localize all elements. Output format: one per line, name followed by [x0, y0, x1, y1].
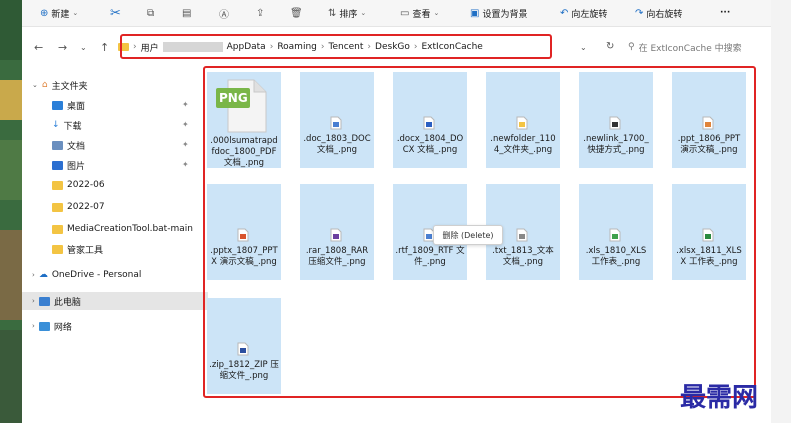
copy-icon: ⧉	[147, 7, 155, 19]
share-icon: ⇪	[256, 7, 265, 19]
folder-icon	[52, 224, 63, 234]
rotate-right-button[interactable]: ↷ 向右旋转	[635, 4, 682, 22]
folder-icon	[52, 202, 63, 212]
forward-arrow-icon[interactable]: →	[58, 41, 67, 54]
home-icon: ⌂	[41, 80, 48, 90]
command-toolbar: ⊕ 新建 ⌄ ✂ ⧉ ▤ Ⓐ ⇪ 🗑 ⇅ 排序 ⌄ ▭ 查看 ⌄ ▣ 设置为背景…	[22, 0, 771, 27]
computer-icon	[38, 296, 50, 306]
sort-icon: ⇅	[328, 7, 337, 19]
trash-icon: 🗑	[290, 7, 303, 19]
chevron-down-icon: ⌄	[72, 9, 79, 17]
folder-icon	[52, 180, 63, 190]
cut-button[interactable]: ✂	[110, 4, 121, 22]
rotate-left-icon: ↶	[560, 7, 569, 19]
navigation-pane: ⌄ ⌂ 主文件夹 桌面 ↓ 下载 文档 图片 ✦ ✦ ✦ ✦ 2022-06 2…	[22, 72, 208, 423]
back-arrow-icon[interactable]: ←	[34, 41, 43, 54]
sort-button[interactable]: ⇅ 排序 ⌄	[328, 4, 366, 22]
rename-icon: Ⓐ	[219, 9, 229, 21]
scissors-icon: ✂	[110, 5, 121, 21]
pin-icon[interactable]: ✦	[182, 120, 189, 129]
view-button[interactable]: ▭ 查看 ⌄	[400, 4, 439, 22]
rename-button[interactable]: Ⓐ	[219, 4, 229, 22]
sidebar-item-home[interactable]: ⌄ ⌂ 主文件夹	[32, 76, 208, 94]
recent-chevron-icon[interactable]: ⌄	[80, 43, 87, 52]
view-icon: ▭	[400, 7, 410, 19]
pin-icon[interactable]: ✦	[182, 100, 189, 109]
sidebar-item-2022-06[interactable]: 2022-06	[52, 176, 228, 194]
sidebar-item-downloads[interactable]: ↓ 下载	[52, 116, 228, 134]
sidebar-item-this-pc[interactable]: › 此电脑	[22, 292, 208, 310]
set-background-button[interactable]: ▣ 设置为背景	[470, 4, 527, 22]
sidebar-item-guanjia-tools[interactable]: 管家工具	[52, 240, 228, 258]
chevron-right-icon: ›	[32, 271, 35, 279]
delete-tooltip: 删除 (Delete)	[433, 225, 503, 245]
chevron-down-icon: ⌄	[433, 9, 440, 17]
network-icon	[38, 321, 50, 331]
download-icon: ↓	[52, 120, 60, 130]
up-arrow-icon[interactable]: ↑	[100, 41, 109, 54]
sidebar-item-desktop[interactable]: 桌面	[52, 96, 228, 114]
address-highlight-box	[120, 34, 552, 59]
pictures-icon	[52, 160, 63, 170]
chevron-right-icon: ›	[32, 297, 35, 305]
more-options-button[interactable]: ···	[720, 4, 730, 22]
right-scroll-area	[771, 0, 791, 423]
paste-button[interactable]: ▤	[182, 4, 191, 22]
sidebar-item-mediacreationtool[interactable]: MediaCreationTool.bat-main	[52, 220, 228, 238]
chevron-down-icon: ⌄	[32, 81, 38, 89]
rotate-left-button[interactable]: ↶ 向左旋转	[560, 4, 607, 22]
chevron-right-icon: ›	[32, 322, 35, 330]
chevron-down-icon: ⌄	[360, 9, 367, 17]
paste-icon: ▤	[182, 7, 192, 19]
share-button[interactable]: ⇪	[256, 4, 264, 22]
refresh-icon[interactable]: ↻	[606, 41, 614, 52]
desktop-background-strip	[0, 0, 22, 423]
search-input[interactable]: ⚲ 在 ExtIconCache 中搜索	[628, 36, 768, 58]
wallpaper-icon: ▣	[470, 7, 480, 19]
search-icon: ⚲	[628, 42, 635, 52]
address-dropdown-icon[interactable]: ⌄	[580, 43, 587, 52]
new-button[interactable]: ⊕ 新建 ⌄	[40, 4, 78, 22]
sidebar-item-onedrive[interactable]: › ☁ OneDrive - Personal	[32, 266, 208, 284]
rotate-right-icon: ↷	[635, 7, 644, 19]
desktop-icon	[52, 100, 63, 110]
sidebar-item-network[interactable]: › 网络	[32, 317, 208, 335]
cloud-icon: ☁	[38, 270, 48, 280]
pin-icon[interactable]: ✦	[182, 140, 189, 149]
new-icon: ⊕	[40, 7, 49, 19]
watermark-logo: 最需网	[680, 383, 759, 413]
copy-button[interactable]: ⧉	[147, 4, 154, 22]
pin-icon[interactable]: ✦	[182, 160, 189, 169]
sidebar-item-2022-07[interactable]: 2022-07	[52, 198, 228, 216]
delete-button[interactable]: 🗑	[290, 4, 303, 22]
documents-icon	[52, 140, 63, 150]
sidebar-item-documents[interactable]: 文档	[52, 136, 228, 154]
sidebar-item-pictures[interactable]: 图片	[52, 156, 228, 174]
folder-icon	[52, 244, 63, 254]
